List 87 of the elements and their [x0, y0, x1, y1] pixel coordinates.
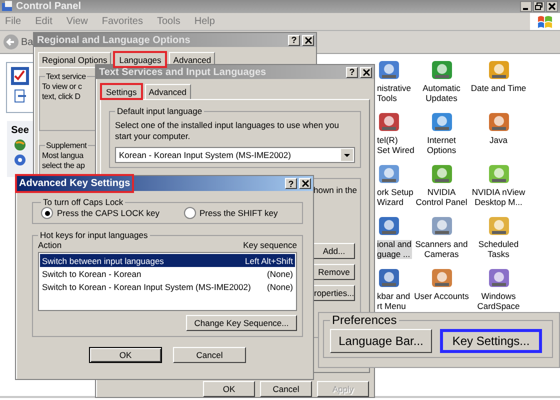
column-header: Key sequence: [243, 240, 297, 250]
close-button[interactable]: [546, 1, 558, 12]
key-sequence-cell: Left Alt+Shift: [245, 256, 293, 266]
applet-icon[interactable]: [430, 266, 454, 290]
preferences-button[interactable]: Key Settings...: [440, 329, 542, 353]
dialog-button[interactable]: OK: [89, 347, 162, 363]
tab[interactable]: Regional Options: [38, 52, 112, 67]
applet-icon[interactable]: [486, 162, 510, 186]
language-dropdown[interactable]: Korean - Korean Input System (MS-IME2002): [115, 147, 355, 163]
dialog-button[interactable]: Cancel: [260, 381, 312, 397]
applet-label[interactable]: Automatic Updates: [422, 84, 462, 103]
key-sequence-cell: (None): [267, 268, 293, 278]
description-text: Most langua: [42, 151, 84, 161]
applet-label[interactable]: Scanners and Cameras: [414, 240, 469, 259]
dialog-button[interactable]: roperties...: [313, 285, 355, 301]
group-title: Text service: [45, 72, 87, 81]
dialog-title: Regional and Language Options: [37, 34, 190, 46]
change-key-sequence-button[interactable]: Change Key Sequence...: [186, 315, 297, 331]
hotkey-row[interactable]: Switch between input languages Left Alt+Shift: [40, 254, 295, 267]
applet-icon[interactable]: [486, 110, 510, 134]
applet-label[interactable]: tel(R) Set Wired: [377, 136, 414, 155]
flag-icon: [537, 14, 553, 28]
applet-label[interactable]: Windows CardSpace: [476, 292, 521, 311]
globe-icon: [14, 139, 26, 151]
pane-heading: See: [11, 125, 29, 136]
preferences-button[interactable]: Language Bar...: [330, 329, 432, 353]
applet-label[interactable]: NVIDIA Control Panel: [414, 188, 468, 207]
dialog-button[interactable]: Add...: [313, 243, 355, 259]
tab[interactable]: Settings: [100, 83, 143, 100]
action-cell: Switch between input languages: [42, 256, 164, 266]
applet-icon[interactable]: [486, 58, 510, 82]
description-text: Select one of the installed input languages to use when you start your computer.: [115, 120, 340, 142]
window-title: Control Panel: [16, 1, 82, 12]
hotkey-row[interactable]: Switch to Korean - Korean Input System (MS-IME2002) (None): [40, 280, 295, 293]
applet-icon[interactable]: [377, 214, 401, 238]
applet-label[interactable]: Java: [488, 136, 508, 146]
key-sequence-cell: (None): [267, 282, 293, 292]
applet-icon[interactable]: [430, 58, 454, 82]
applet-label[interactable]: ork Setup Wizard: [377, 188, 414, 207]
applet-label[interactable]: Date and Time: [470, 84, 528, 94]
dialog-button[interactable]: Cancel: [173, 347, 246, 363]
applet-icon[interactable]: [430, 162, 454, 186]
group-title: Default input language: [116, 106, 204, 116]
applet-label[interactable]: Scheduled Tasks: [477, 240, 520, 259]
applet-icon[interactable]: [430, 214, 454, 238]
applet-icon[interactable]: [377, 162, 401, 186]
action-cell: Switch to Korean - Korean Input System (MS-IME2002): [42, 282, 251, 292]
applet-label[interactable]: NVIDIA nView Desktop M...: [470, 188, 526, 207]
radio-button[interactable]: [184, 207, 196, 219]
group-title: Supplement: [45, 141, 88, 150]
dialog-button[interactable]: Remove: [313, 264, 355, 280]
close-icon: [362, 68, 370, 76]
group-title: Hot keys for input languages: [39, 230, 149, 240]
radio-label[interactable]: Press the SHIFT key: [200, 208, 278, 218]
applet-label[interactable]: kbar and rt Menu: [377, 292, 410, 311]
checklist-icon: [10, 66, 30, 86]
restore-button[interactable]: [533, 1, 545, 12]
applet-label[interactable]: nistrative Tools: [377, 84, 412, 103]
applet-icon[interactable]: [486, 214, 510, 238]
help-button[interactable]: ?: [285, 178, 297, 189]
tab[interactable]: Languages: [113, 51, 168, 68]
description-text: select the ap: [42, 161, 85, 171]
description-text: To view or c: [42, 82, 82, 92]
group-title: Preferences: [331, 313, 398, 327]
hotkey-row[interactable]: Switch to Korean - Korean (None): [40, 267, 295, 280]
group-title: To turn off Caps Lock: [42, 197, 124, 207]
close-icon: [304, 36, 312, 44]
back-button[interactable]: Ba: [3, 34, 34, 50]
tab[interactable]: Advanced: [144, 84, 191, 99]
applet-label[interactable]: ional and guage ...: [377, 240, 412, 259]
applet-icon[interactable]: [430, 110, 454, 134]
minimize-button[interactable]: [520, 1, 532, 12]
radio-label[interactable]: Press the CAPS LOCK key: [57, 208, 160, 218]
applet-label[interactable]: Internet Options: [426, 136, 458, 155]
dialog-title: Text Services and Input Languages: [99, 66, 266, 78]
applet-icon[interactable]: [486, 266, 510, 290]
applet-icon[interactable]: [377, 110, 401, 134]
applet-icon[interactable]: [377, 266, 401, 290]
column-header: Action: [38, 240, 62, 250]
action-cell: Switch to Korean - Korean: [42, 268, 142, 278]
applet-label[interactable]: User Accounts: [413, 292, 470, 302]
description-text: text, click D: [42, 92, 80, 102]
close-icon: [302, 180, 308, 187]
dialog-button[interactable]: OK: [203, 381, 255, 397]
applet-icon[interactable]: [377, 58, 401, 82]
description-text: hown in the: [314, 185, 357, 195]
radio-button[interactable]: [41, 207, 53, 219]
